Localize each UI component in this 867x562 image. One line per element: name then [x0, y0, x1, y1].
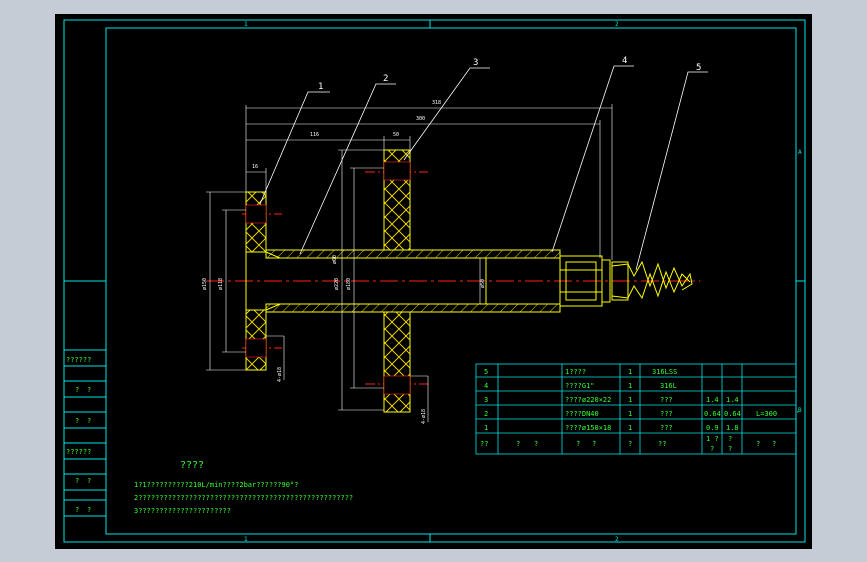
bom-index: 1: [484, 424, 488, 432]
dimension-holes-left: 4-ø18: [277, 367, 283, 382]
side-table-text: ?: [87, 477, 91, 485]
bom-header: ?: [710, 445, 714, 453]
side-table-text: ?: [87, 506, 91, 514]
balloon-5: 5: [696, 63, 701, 73]
bom-header: ?: [772, 440, 776, 448]
dimension-16: 16: [252, 164, 258, 170]
bom-material: ???: [660, 424, 673, 432]
bom-header: ?: [516, 440, 520, 448]
bom-name: ????G1": [565, 382, 595, 390]
bom-header: ??: [658, 440, 666, 448]
bom-weight-total: 1.4: [726, 396, 739, 404]
bom-note: L=300: [756, 410, 777, 418]
bom-header: ??: [480, 440, 488, 448]
bom-weight-unit: 1.4: [706, 396, 719, 404]
balloon-4: 4: [622, 56, 627, 66]
notes-line: 2???????????????????????????????????????…: [134, 494, 353, 502]
bom-header: ?: [534, 440, 538, 448]
zone-label: 1: [244, 21, 248, 28]
bom-weight-total: 1.8: [726, 424, 739, 432]
bom-name: 1????: [565, 368, 586, 376]
zone-label: 1: [244, 536, 248, 543]
bom-material: ???: [660, 410, 673, 418]
dimension-116: 116: [310, 132, 319, 138]
notes-line: 3??????????????????????: [134, 507, 231, 515]
bom-material: 316L: [660, 382, 677, 390]
bom-index: 2: [484, 410, 488, 418]
notes-title: ????: [180, 460, 204, 471]
side-table-text: ??????: [66, 356, 91, 364]
bom-qty: 1: [628, 382, 632, 390]
zone-label: 2: [615, 21, 619, 28]
bom-weight-total: 0.64: [724, 410, 741, 418]
bom-material: 316LSS: [652, 368, 677, 376]
bom-header: ?: [576, 440, 580, 448]
side-table-text: ??????: [66, 448, 91, 456]
bom-name: ????DN40: [565, 410, 599, 418]
dimension-disk-inner: ø180: [346, 278, 352, 290]
side-table-text: ?: [87, 417, 91, 425]
bom-header: ?: [728, 445, 732, 453]
side-table-text: ?: [87, 386, 91, 394]
bom-name: ????ø220×22: [565, 396, 611, 404]
bom-qty: 1: [628, 368, 632, 376]
bom-weight-unit: 0.9: [706, 424, 719, 432]
bom-header: ?: [756, 440, 760, 448]
balloon-3: 3: [473, 58, 478, 68]
balloon-1: 1: [318, 82, 323, 92]
dimension-50: 50: [393, 132, 399, 138]
bom-side-mark: ,: [796, 407, 800, 414]
bom-name: ????ø150×18: [565, 424, 611, 432]
side-table-text: ?: [75, 506, 79, 514]
bom-qty: 1: [628, 410, 632, 418]
dimension-pipe-dia: ø60: [332, 255, 338, 264]
side-table-text: ?: [75, 417, 79, 425]
bom-header: 1 ?: [706, 435, 719, 443]
dimension-bolt-circle: ø118: [218, 278, 224, 290]
bom-header: ?: [628, 440, 632, 448]
zone-label: 2: [615, 536, 619, 543]
bom-weight-unit: 0.64: [704, 410, 721, 418]
dimension-holes-right: 4-ø18: [421, 409, 427, 424]
side-table-text: ?: [75, 477, 79, 485]
bom-index: 3: [484, 396, 488, 404]
side-table-text: ?: [75, 386, 79, 394]
dimension-bore: ø50: [480, 279, 486, 288]
bom-material: ???: [660, 396, 673, 404]
dimension-disk-dia: ø220: [334, 278, 340, 290]
bom-qty: 1: [628, 424, 632, 432]
dimension-300: 300: [416, 116, 425, 122]
bom-index: 4: [484, 382, 488, 390]
bom-index: 5: [484, 368, 488, 376]
zone-label: A: [798, 149, 802, 156]
notes-line: 1?1??????????210L/min????2bar??????90°?: [134, 481, 298, 489]
bom-qty: 1: [628, 396, 632, 404]
bom-header: ?: [592, 440, 596, 448]
balloon-2: 2: [383, 74, 388, 84]
dimension-overall: 318: [432, 100, 441, 106]
dimension-flange-dia: ø150: [202, 278, 208, 290]
bom-header: ?: [728, 435, 732, 443]
drawing-sheet: 1 2 1 2 A B ?????? ? ? ? ? ?????? ? ? ? …: [55, 14, 812, 549]
